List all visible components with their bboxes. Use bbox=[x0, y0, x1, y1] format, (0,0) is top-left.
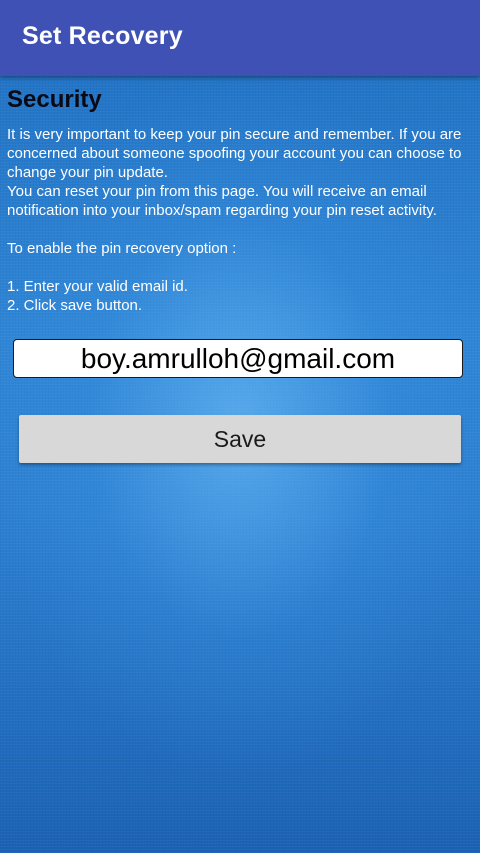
step-2: 2. Click save button. bbox=[7, 297, 143, 314]
intro-paragraph: It is very important to keep your pin se… bbox=[7, 126, 462, 181]
section-title: Security bbox=[7, 86, 102, 113]
step-1: 1. Enter your valid email id. bbox=[7, 278, 188, 295]
save-button[interactable]: Save bbox=[19, 415, 461, 463]
app-bar: Set Recovery bbox=[0, 0, 480, 76]
email-field[interactable] bbox=[13, 339, 463, 378]
reset-paragraph: You can reset your pin from this page. Y… bbox=[7, 183, 437, 219]
enable-intro: To enable the pin recovery option : bbox=[7, 240, 237, 257]
description-text: It is very important to keep your pin se… bbox=[7, 125, 477, 315]
email-input[interactable] bbox=[14, 340, 462, 377]
app-bar-title: Set Recovery bbox=[22, 22, 183, 50]
